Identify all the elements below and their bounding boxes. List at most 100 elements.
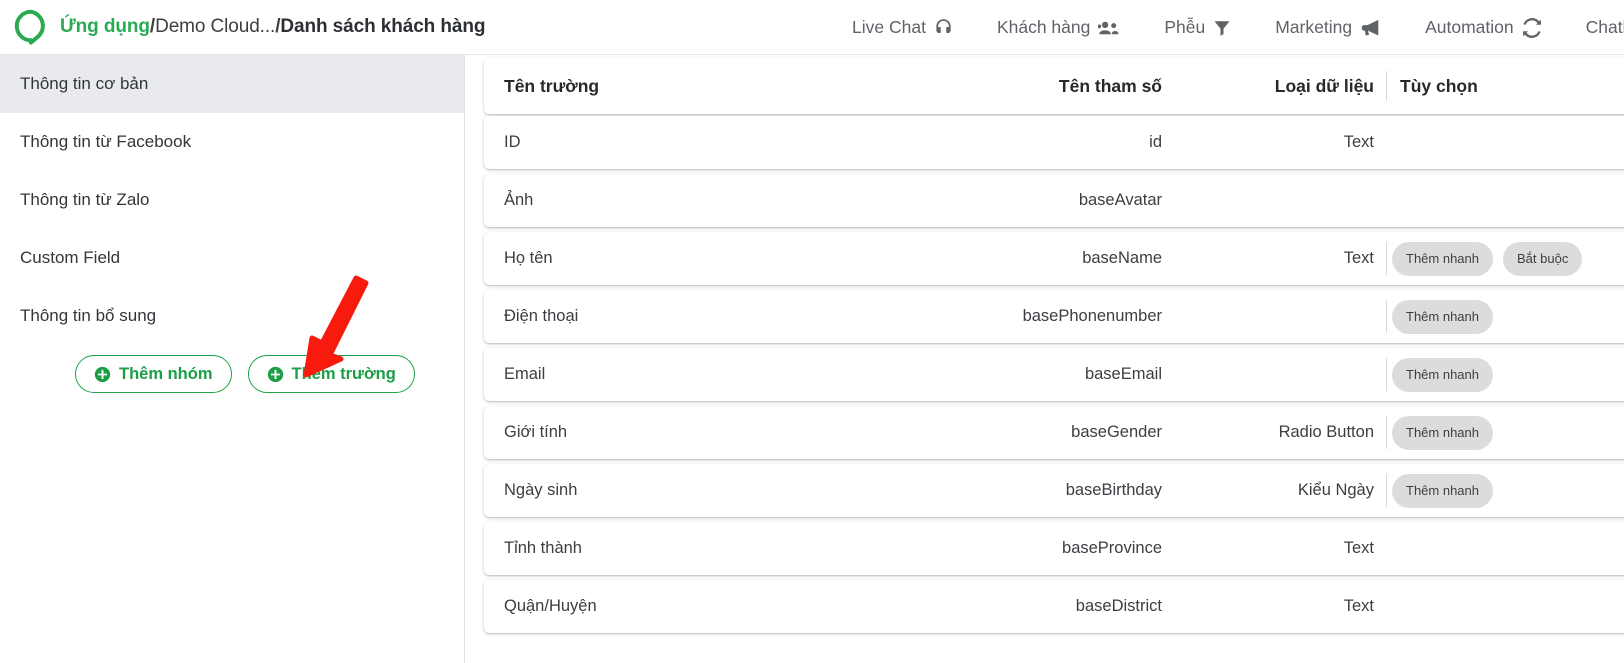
sidebar-item-label: Thông tin từ Facebook <box>20 132 192 151</box>
cell-field-name: Giới tính <box>504 423 568 441</box>
cell-field-name: ID <box>504 133 521 151</box>
add-field-label: Thêm trường <box>291 364 396 383</box>
options-divider <box>1386 358 1387 391</box>
cell-options: Thêm nhanh <box>1392 415 1493 450</box>
sidebar-actions: Thêm nhóm Thêm trường <box>0 345 464 393</box>
cell-field-name: Email <box>504 365 546 383</box>
cell-param-name: baseAvatar <box>1078 191 1162 209</box>
sidebar-item-label: Thông tin cơ bản <box>20 74 149 93</box>
options-divider <box>1386 242 1387 275</box>
cell-param-name: id <box>1149 133 1162 151</box>
cell-options: Thêm nhanh <box>1392 473 1493 508</box>
add-group-label: Thêm nhóm <box>119 364 213 383</box>
table-row[interactable]: Giới tính baseGender Radio Button Thêm n… <box>484 406 1624 459</box>
sidebar-item-thong-tin-bo-sung[interactable]: Thông tin bổ sung <box>0 287 464 345</box>
sidebar: Thông tin cơ bản Thông tin từ Facebook T… <box>0 55 465 663</box>
cell-options: Thêm nhanh Bắt buộc <box>1392 241 1583 276</box>
cell-field-name: Họ tên <box>504 249 553 267</box>
nav-label-automation: Automation <box>1425 16 1514 37</box>
chip-them-nhanh[interactable]: Thêm nhanh <box>1392 241 1493 276</box>
funnel-icon <box>1213 19 1231 37</box>
options-divider <box>1386 474 1387 507</box>
nav-label-chatbot: Chatbo <box>1585 16 1624 37</box>
options-divider <box>1386 416 1387 449</box>
plus-circle-icon <box>94 366 111 383</box>
top-bar: Ứng dụng / Demo Cloud... / Danh sách khá… <box>0 0 1624 55</box>
cell-data-type: Text <box>1343 539 1374 557</box>
sidebar-item-label: Thông tin bổ sung <box>20 306 157 325</box>
cell-field-name: Ảnh <box>504 191 534 209</box>
chip-them-nhanh[interactable]: Thêm nhanh <box>1392 473 1493 508</box>
table-row[interactable]: Tỉnh thành baseProvince Text <box>484 522 1624 575</box>
nav-item-khach-hang[interactable]: Khách hàng <box>975 0 1142 55</box>
table-row[interactable]: Email baseEmail Thêm nhanh <box>484 348 1624 401</box>
cell-data-type: Radio Button <box>1278 423 1374 441</box>
field-table: Tên trường Tên tham số Loại dữ liệu Tùy … <box>466 55 1624 663</box>
column-header-ten-truong: Tên trường <box>504 75 600 96</box>
column-header-loai-du-lieu: Loại dữ liệu <box>1274 75 1374 96</box>
nav-label-live-chat: Live Chat <box>852 16 926 37</box>
column-header-ten-tham-so: Tên tham số <box>1058 75 1162 96</box>
cell-field-name: Quận/Huyện <box>504 597 597 615</box>
table-row[interactable]: Họ tên baseName Text Thêm nhanh Bắt buộc <box>484 232 1624 285</box>
table-header-row: Tên trường Tên tham số Loại dữ liệu Tùy … <box>484 58 1624 114</box>
chat-bubble-logo-icon <box>12 8 50 46</box>
add-field-button[interactable]: Thêm trường <box>247 355 415 393</box>
table-row[interactable]: Ngày sinh baseBirthday Kiểu Ngày Thêm nh… <box>484 464 1624 517</box>
cell-param-name: baseEmail <box>1084 365 1162 383</box>
cell-options: Thêm nhanh <box>1392 299 1493 334</box>
cell-param-name: baseDistrict <box>1075 597 1162 615</box>
nav-label-pheu: Phễu <box>1164 16 1206 37</box>
sidebar-item-label: Custom Field <box>20 248 121 267</box>
users-icon <box>1098 19 1120 37</box>
cell-options: Thêm nhanh <box>1392 357 1493 392</box>
sync-icon <box>1522 17 1542 38</box>
cell-param-name: baseGender <box>1071 423 1162 441</box>
cell-data-type: Kiểu Ngày <box>1297 481 1374 499</box>
table-row[interactable]: Ảnh baseAvatar <box>484 174 1624 227</box>
cell-data-type: Text <box>1343 597 1374 615</box>
column-header-tuy-chon: Tùy chọn <box>1400 75 1478 96</box>
cell-param-name: baseName <box>1082 249 1162 267</box>
headset-icon <box>934 18 953 37</box>
cell-field-name: Tỉnh thành <box>504 539 582 557</box>
sidebar-item-label: Thông tin từ Zalo <box>20 190 150 209</box>
nav-item-chatbot[interactable]: Chatbo <box>1564 0 1624 55</box>
breadcrumb-current: Danh sách khách hàng <box>280 16 486 37</box>
sidebar-item-custom-field[interactable]: Custom Field <box>0 229 464 287</box>
options-divider <box>1386 300 1387 333</box>
table-row[interactable]: ID id Text <box>484 116 1624 169</box>
column-divider <box>1386 71 1387 101</box>
nav-label-khach-hang: Khách hàng <box>996 16 1091 37</box>
nav-item-automation[interactable]: Automation <box>1403 0 1564 55</box>
nav-item-pheu[interactable]: Phễu <box>1142 0 1253 55</box>
chip-them-nhanh[interactable]: Thêm nhanh <box>1392 299 1493 334</box>
cell-field-name: Ngày sinh <box>504 481 578 499</box>
chip-them-nhanh[interactable]: Thêm nhanh <box>1392 415 1493 450</box>
sidebar-item-thong-tin-tu-facebook[interactable]: Thông tin từ Facebook <box>0 113 464 171</box>
chip-them-nhanh[interactable]: Thêm nhanh <box>1392 357 1493 392</box>
breadcrumb-app[interactable]: Ứng dụng <box>60 16 150 38</box>
app-root: Ứng dụng / Demo Cloud... / Danh sách khá… <box>0 0 1624 663</box>
breadcrumb: Ứng dụng / Demo Cloud... / Danh sách khá… <box>60 16 485 38</box>
cell-data-type: Text <box>1343 249 1374 267</box>
plus-circle-icon <box>267 366 284 383</box>
cell-param-name: basePhonenumber <box>1022 307 1162 325</box>
brand-area[interactable]: Ứng dụng / Demo Cloud... / Danh sách khá… <box>0 8 485 46</box>
sidebar-item-thong-tin-co-ban[interactable]: Thông tin cơ bản <box>0 55 464 113</box>
top-navigation: Live Chat Khách hàng Phễu Marketing Auto… <box>830 0 1624 55</box>
breadcrumb-project[interactable]: Demo Cloud... <box>155 16 275 38</box>
cell-field-name: Điện thoại <box>504 307 579 325</box>
table-row[interactable]: Điện thoại basePhonenumber Thêm nhanh <box>484 290 1624 343</box>
megaphone-icon <box>1360 18 1381 37</box>
sidebar-item-thong-tin-tu-zalo[interactable]: Thông tin từ Zalo <box>0 171 464 229</box>
cell-param-name: baseBirthday <box>1065 481 1162 499</box>
cell-data-type: Text <box>1343 133 1374 151</box>
nav-item-live-chat[interactable]: Live Chat <box>830 0 975 55</box>
nav-item-marketing[interactable]: Marketing <box>1253 0 1403 55</box>
cell-param-name: baseProvince <box>1062 539 1162 557</box>
chip-bat-buoc[interactable]: Bắt buộc <box>1503 241 1583 276</box>
nav-label-marketing: Marketing <box>1275 16 1353 37</box>
table-row[interactable]: Quận/Huyện baseDistrict Text <box>484 580 1624 633</box>
add-group-button[interactable]: Thêm nhóm <box>75 355 232 393</box>
